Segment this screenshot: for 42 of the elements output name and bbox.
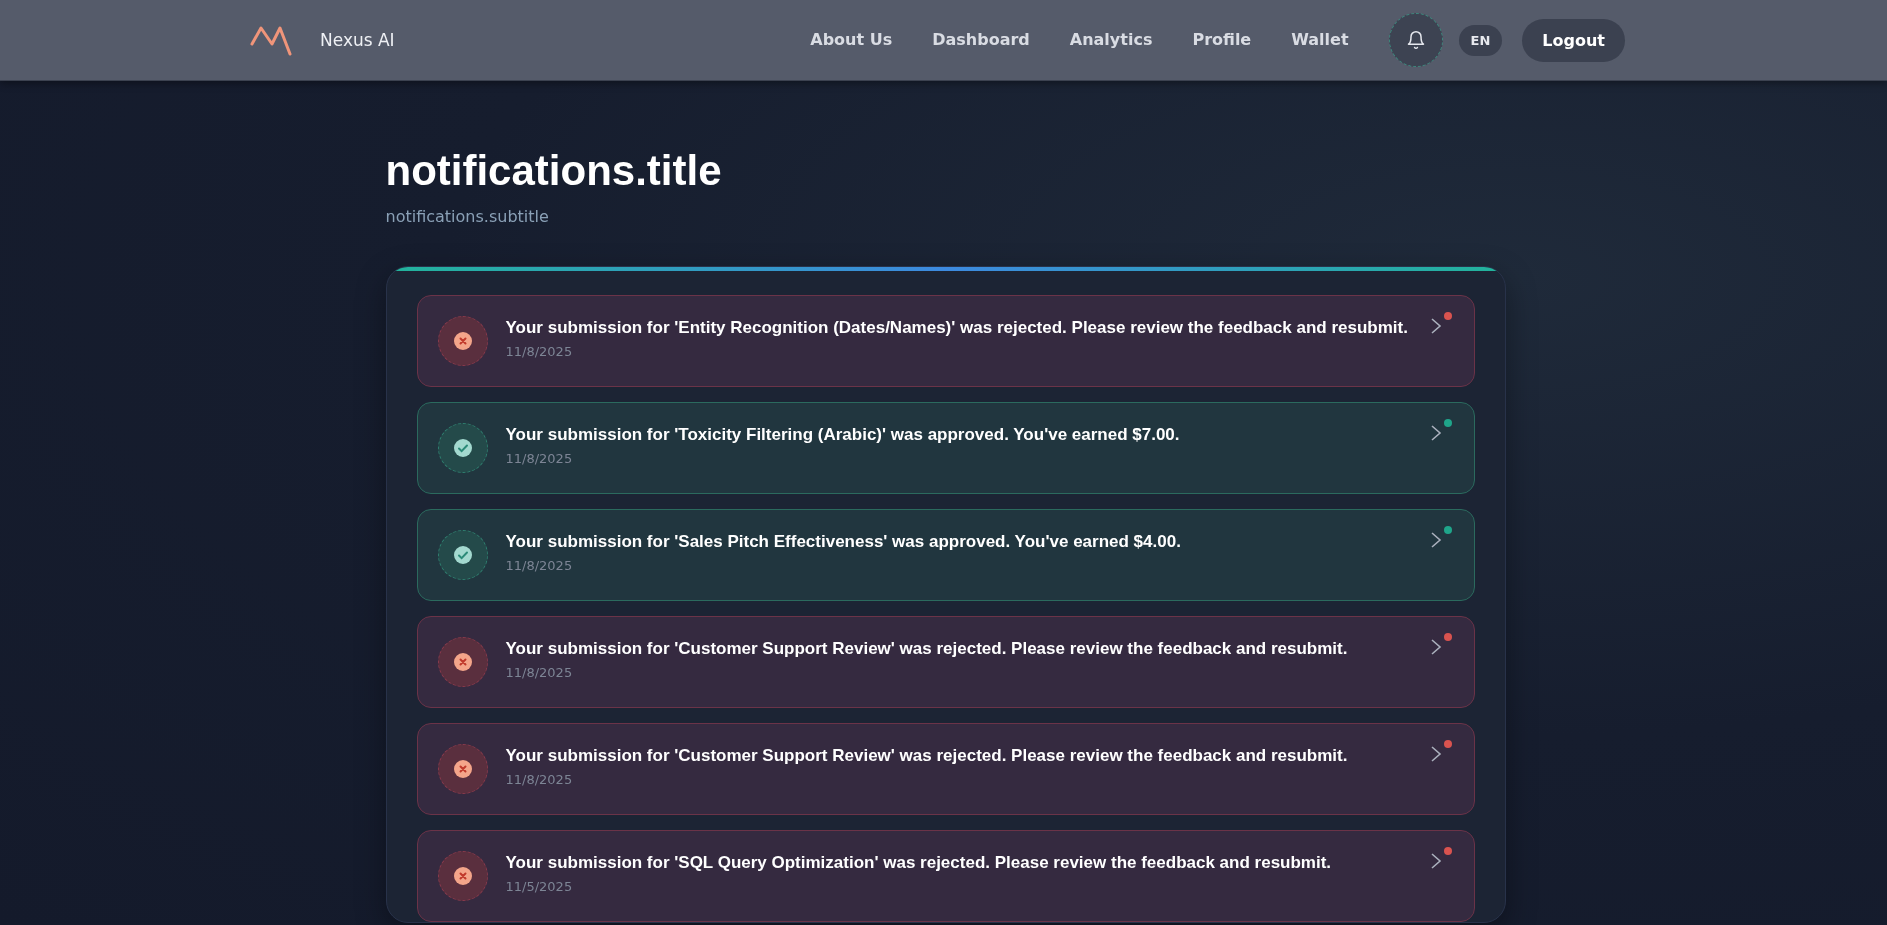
notification-date: 11/8/2025	[505, 344, 574, 359]
x-icon	[452, 331, 473, 351]
unread-dot	[1443, 419, 1452, 427]
notification-date: 11/8/2025	[505, 558, 574, 573]
brand-name: Nexus AI	[320, 30, 395, 50]
page-subtitle: notifications.subtitle	[385, 207, 550, 226]
nav-link[interactable]: About Us	[810, 29, 893, 51]
page-title: notifications.title	[385, 147, 723, 195]
notification-message: Your submission for 'Customer Support Review' was rejected. Please review the feedback and resubmit.	[505, 639, 1348, 659]
notification-card[interactable]: Your submission for 'Customer Support Review' was rejected. Please review the feedback and resubmit. 11/8/2025	[416, 616, 1475, 708]
notification-date: 11/8/2025	[505, 451, 574, 466]
x-icon	[452, 866, 473, 886]
notification-message: Your submission for 'Customer Support Review' was rejected. Please review the feedback and resubmit.	[505, 746, 1348, 766]
x-icon	[452, 759, 473, 779]
notification-card[interactable]: Your submission for 'Entity Recognition (Dates/Names)' was rejected. Please review the feedback and resubmit. 11/8/2025	[416, 295, 1475, 387]
unread-dot	[1443, 847, 1452, 855]
notifications-button[interactable]	[1388, 13, 1443, 67]
notification-date: 11/8/2025	[505, 772, 574, 787]
bell-icon	[1405, 30, 1426, 50]
unread-dot	[1443, 633, 1452, 641]
notification-card[interactable]: Your submission for 'Sales Pitch Effectiveness' was approved. You've earned $4.00. 11/8/2025	[416, 509, 1475, 601]
notification-date: 11/5/2025	[505, 879, 574, 894]
check-icon	[452, 545, 473, 565]
notification-card[interactable]: Your submission for 'SQL Query Optimization' was rejected. Please review the feedback and resubmit. 11/5/2025	[416, 830, 1475, 922]
nav-link[interactable]: Profile	[1192, 29, 1252, 51]
language-button[interactable]: EN	[1458, 24, 1503, 56]
nav-link[interactable]: Wallet	[1291, 29, 1349, 51]
notification-message: Your submission for 'Entity Recognition (Dates/Names)' was rejected. Please review the feedback and resubmit.	[505, 318, 1408, 338]
unread-dot	[1443, 526, 1452, 534]
notification-message: Your submission for 'Sales Pitch Effectiveness' was approved. You've earned $4.00.	[505, 532, 1181, 552]
unread-dot	[1443, 740, 1452, 748]
notification-message: Your submission for 'SQL Query Optimization' was rejected. Please review the feedback and resubmit.	[505, 853, 1332, 873]
check-icon	[452, 438, 473, 458]
notification-card[interactable]: Your submission for 'Toxicity Filtering (Arabic)' was approved. You've earned $7.00. 11/8/2025	[416, 402, 1475, 494]
logout-button[interactable]: Logout	[1522, 18, 1625, 62]
notification-message: Your submission for 'Toxicity Filtering (Arabic)' was approved. You've earned $7.00.	[505, 425, 1180, 445]
nav-link[interactable]: Dashboard	[932, 29, 1030, 51]
notification-card[interactable]: Your submission for 'Customer Support Review' was rejected. Please review the feedback and resubmit. 11/8/2025	[416, 723, 1475, 815]
notification-date: 11/8/2025	[505, 665, 574, 680]
x-icon	[452, 652, 473, 672]
nav-link[interactable]: Analytics	[1069, 29, 1153, 51]
unread-dot	[1443, 312, 1452, 320]
